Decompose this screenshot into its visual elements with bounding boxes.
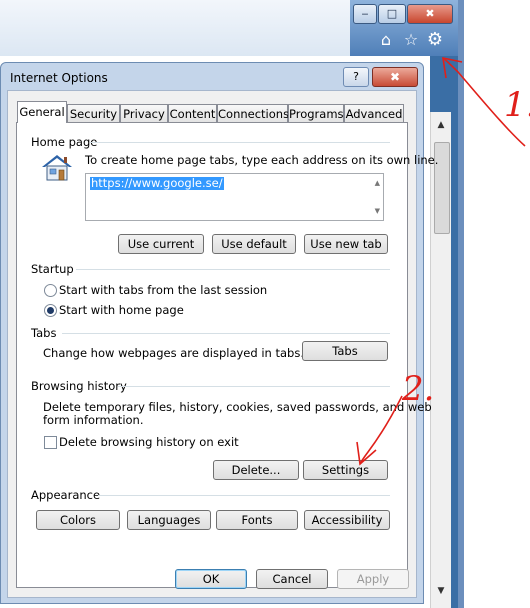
arrow-2-line bbox=[359, 395, 403, 465]
annotation-label-1: 1. bbox=[504, 85, 530, 125]
annotation-label-2: 2. bbox=[401, 369, 434, 409]
red-ink-annotations: 1. 2. bbox=[356, 56, 530, 466]
